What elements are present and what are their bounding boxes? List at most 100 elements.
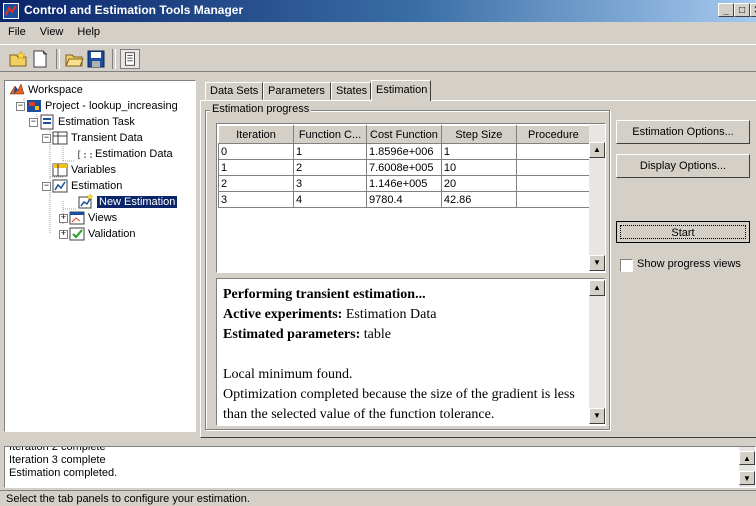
tab-estimation[interactable]: Estimation <box>371 80 431 101</box>
col-function-count[interactable]: Function C... <box>293 125 367 144</box>
tab-states[interactable]: States <box>331 82 371 100</box>
tree-item-workspace[interactable]: Workspace <box>9 82 83 98</box>
table-cell <box>515 159 591 176</box>
group-label: Estimation progress <box>210 103 312 115</box>
menu-file[interactable]: File <box>0 22 32 38</box>
table-row[interactable]: 2 3 1.146e+005 20 <box>218 175 591 192</box>
log-line-status: Performing transient estimation... <box>223 287 426 302</box>
table-cell: 1 <box>440 143 517 160</box>
show-progress-label: Show progress views <box>637 258 741 270</box>
iteration-table[interactable]: Iteration Function C... Cost Function St… <box>216 123 606 273</box>
table-cell: 1 <box>293 143 367 160</box>
log-active-value: Estimation Data <box>342 307 437 322</box>
table-cell: 1.8596e+006 <box>366 143 442 160</box>
log-spacer <box>223 345 583 365</box>
table-cell: 1 <box>218 159 294 176</box>
tree-item-variables[interactable]: Variables <box>52 162 116 178</box>
maximize-icon[interactable]: □ <box>734 3 750 17</box>
table-cell: 2 <box>293 159 367 176</box>
toolbar-separator <box>112 49 116 69</box>
table-cell: 2 <box>218 175 294 192</box>
tree-item-estimation[interactable]: Estimation <box>52 178 122 194</box>
table-cell: 7.6008e+005 <box>366 159 442 176</box>
open-icon[interactable] <box>64 49 84 69</box>
table-scrollbar[interactable]: ▲ ▼ <box>589 125 605 271</box>
table-row[interactable]: 0 1 1.8596e+006 1 <box>218 143 591 160</box>
log-active-label: Active experiments: <box>223 307 343 322</box>
tree-item-estimation-data[interactable]: [::] Estimation Data <box>76 146 173 162</box>
collapse-icon[interactable]: − <box>42 134 51 143</box>
svg-text:[::]: [::] <box>76 150 92 161</box>
menu-view[interactable]: View <box>32 22 70 38</box>
table-header-row: Iteration Function C... Cost Function St… <box>218 125 591 144</box>
display-options-button[interactable]: Display Options... <box>616 154 750 178</box>
menu-help[interactable]: Help <box>69 22 106 38</box>
tree-item-views[interactable]: Views <box>69 210 117 226</box>
log-params-value: table <box>360 327 391 342</box>
scroll-up-icon[interactable]: ▲ <box>589 142 605 158</box>
expand-icon[interactable]: + <box>59 230 68 239</box>
save-icon[interactable] <box>86 49 106 69</box>
table-cell: 10 <box>440 159 517 176</box>
scroll-down-icon[interactable]: ▼ <box>739 471 755 485</box>
log-line-minimum: Local minimum found. <box>223 367 353 382</box>
toolbar <box>0 44 756 72</box>
tab-data-sets[interactable]: Data Sets <box>205 82 263 100</box>
scroll-up-icon[interactable]: ▲ <box>589 280 605 296</box>
close-icon[interactable]: ✕ <box>750 3 756 17</box>
tab-parameters[interactable]: Parameters <box>263 82 331 100</box>
table-cell: 3 <box>293 175 367 192</box>
table-cell: 42.86 <box>440 191 517 208</box>
window-title: Control and Estimation Tools Manager <box>24 3 244 17</box>
tree-item-transient-data[interactable]: Transient Data <box>52 130 143 146</box>
new-task-icon[interactable] <box>30 49 50 69</box>
estimation-log[interactable]: Performing transient estimation... Activ… <box>216 278 606 426</box>
tree-item-new-estimation[interactable]: New Estimation <box>78 194 178 210</box>
output-log[interactable]: Iteration 2 complete Iteration 3 complet… <box>4 446 756 488</box>
minimize-icon[interactable]: _ <box>718 3 734 17</box>
table-cell <box>515 143 591 160</box>
show-progress-checkbox[interactable] <box>620 259 633 272</box>
matlab-icon <box>9 83 25 95</box>
table-cell: 20 <box>440 175 517 192</box>
project-tree[interactable]: Workspace − Project - lookup_increasing … <box>4 80 196 432</box>
scroll-up-icon[interactable]: ▲ <box>739 451 755 465</box>
start-button[interactable]: Start <box>616 221 750 243</box>
estimation-options-button[interactable]: Estimation Options... <box>616 120 750 144</box>
new-project-icon[interactable] <box>8 49 28 69</box>
col-cost-function[interactable]: Cost Function <box>366 125 442 144</box>
scroll-down-icon[interactable]: ▼ <box>589 408 605 424</box>
table-row[interactable]: 1 2 7.6008e+005 10 <box>218 159 591 176</box>
views-icon <box>69 211 85 225</box>
data-icon <box>52 131 68 145</box>
col-procedure[interactable]: Procedure <box>515 125 591 144</box>
collapse-icon[interactable]: − <box>16 102 25 111</box>
scroll-down-icon[interactable]: ▼ <box>589 255 605 271</box>
tree-item-project[interactable]: Project - lookup_increasing <box>26 98 178 114</box>
output-line: Estimation completed. <box>9 467 118 479</box>
iteration-grid: Iteration Function C... Cost Function St… <box>218 125 591 208</box>
output-scrollbar[interactable]: ▲ ▼ <box>739 447 755 487</box>
table-cell: 1.146e+005 <box>366 175 442 192</box>
table-cell: 9780.4 <box>366 191 442 208</box>
menu-bar: File View Help <box>0 22 756 44</box>
status-bar: Select the tab panels to configure your … <box>0 490 756 506</box>
log-content: Performing transient estimation... Activ… <box>223 285 583 425</box>
tree-item-validation[interactable]: Validation <box>69 226 136 242</box>
col-step-size[interactable]: Step Size <box>440 125 517 144</box>
collapse-icon[interactable]: − <box>42 182 51 191</box>
table-cell: 4 <box>293 191 367 208</box>
project-icon <box>27 100 41 112</box>
app-icon <box>3 3 19 19</box>
table-row[interactable]: 3 4 9780.4 42.86 <box>218 191 591 208</box>
col-iteration[interactable]: Iteration <box>218 125 294 144</box>
expand-icon[interactable]: + <box>59 214 68 223</box>
output-line: Iteration 3 complete <box>9 454 106 466</box>
output-line: Iteration 2 complete <box>9 446 106 453</box>
log-scrollbar[interactable]: ▲ ▼ <box>589 280 605 424</box>
estimation-icon <box>52 179 68 193</box>
output-lines: Iteration 2 complete Iteration 3 complet… <box>9 446 118 480</box>
properties-icon[interactable] <box>120 49 140 69</box>
collapse-icon[interactable]: − <box>29 118 38 127</box>
tree-item-estimation-task[interactable]: Estimation Task <box>39 114 135 130</box>
